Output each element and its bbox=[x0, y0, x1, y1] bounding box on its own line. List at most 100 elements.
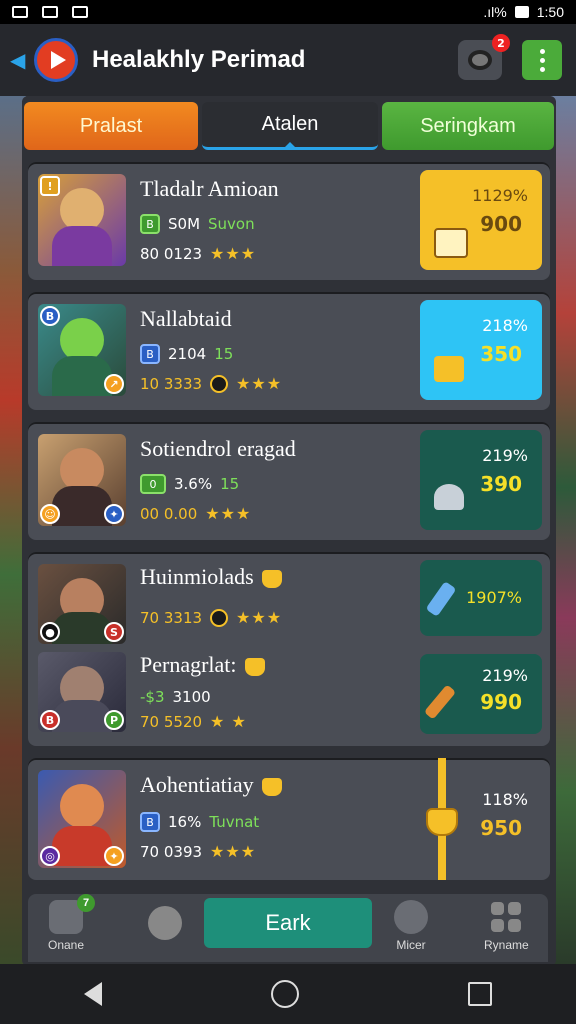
nav-recents-icon[interactable] bbox=[467, 982, 492, 1006]
mail-icon bbox=[72, 6, 88, 18]
tab-pralast[interactable]: Pralast bbox=[24, 102, 198, 150]
hero-thumbnail: ● S bbox=[38, 564, 126, 644]
nav-home-icon[interactable] bbox=[270, 980, 299, 1008]
reward-percent: 118% bbox=[482, 790, 528, 809]
clock: 1:50 bbox=[536, 4, 564, 20]
stat-value: 16% bbox=[168, 813, 202, 831]
class-icon: ◎ bbox=[40, 846, 60, 866]
camera-icon bbox=[468, 50, 492, 70]
hero-figure bbox=[52, 486, 112, 526]
hero-thumbnail: B P bbox=[38, 652, 126, 732]
bird-icon bbox=[434, 484, 464, 510]
stats-row: 10 3333 ★★★ bbox=[140, 374, 282, 393]
stat-value: 3100 bbox=[172, 688, 211, 706]
stats-row: B 2104 15 bbox=[140, 344, 233, 364]
stats-row: 00 0.00 ★★★ bbox=[140, 504, 251, 523]
class-icon: B bbox=[40, 710, 60, 730]
class-icon: B bbox=[40, 306, 60, 326]
system-nav-bar bbox=[0, 964, 576, 1024]
hero-figure bbox=[52, 612, 112, 644]
hero-figure bbox=[52, 356, 112, 396]
notification-icon bbox=[12, 6, 28, 18]
signal-text: .ıl% bbox=[483, 4, 507, 20]
menu-dot bbox=[539, 48, 545, 54]
stats-row: 0 3.6% 15 bbox=[140, 474, 239, 494]
back-arrow-icon[interactable]: ◀ bbox=[10, 48, 30, 72]
crown-icon bbox=[261, 777, 282, 796]
reward-box[interactable]: 218% 350 bbox=[420, 300, 542, 400]
hero-name: Aohentiatiay bbox=[140, 772, 282, 798]
reward-percent: 219% bbox=[482, 666, 528, 685]
token-icon bbox=[210, 608, 229, 627]
reward-box[interactable]: 1907% bbox=[420, 560, 542, 636]
camera-button[interactable]: 2 bbox=[458, 34, 510, 80]
tab-seringkam[interactable]: Seringkam bbox=[382, 102, 554, 150]
class-icon: ✦ bbox=[104, 504, 124, 524]
list-item[interactable]: ◎ ✦ Aohentiatiay B 16% Tuvnat 70 0393 ★★… bbox=[28, 758, 550, 880]
earn-button[interactable]: Eark bbox=[204, 898, 372, 948]
tab-atalen[interactable]: Atalen bbox=[202, 102, 378, 150]
hero-figure bbox=[52, 700, 112, 732]
list-item[interactable]: ☺ ✦ Sotiendrol eragad 0 3.6% 15 00 0.00 … bbox=[28, 422, 550, 540]
list-item[interactable]: ! Tladalr Amioan B S0M Suvon 80 0123 ★★★… bbox=[28, 162, 550, 280]
stats-row: 70 3313 ★★★ bbox=[140, 608, 282, 627]
chip-icon: B bbox=[140, 214, 160, 234]
reward-box[interactable]: 219% 390 bbox=[420, 430, 542, 530]
reward-percent: 219% bbox=[482, 446, 528, 465]
tool-badge: 7 bbox=[77, 894, 96, 912]
menu-dot bbox=[539, 57, 545, 63]
nav-back-icon[interactable] bbox=[84, 982, 103, 1006]
rating-stars: ★ ★ bbox=[210, 712, 247, 731]
hero-name-text: Aohentiatiay bbox=[140, 772, 254, 797]
hero-thumbnail: B ↗ bbox=[38, 304, 126, 396]
stats-row: 80 0123 ★★★ bbox=[140, 244, 256, 263]
chip-icon: B bbox=[140, 344, 160, 364]
stats-row: 70 5520 ★ ★ bbox=[140, 712, 247, 731]
hero-name: Tladalr Amioan bbox=[140, 176, 279, 201]
bottom-toolbar: 7 Onane Eark Micer Ryname bbox=[28, 894, 548, 962]
chest-icon bbox=[434, 356, 464, 382]
list-item[interactable]: ● S Huinmiolads 70 3313 ★★★ 1907% B P Pe… bbox=[28, 552, 550, 746]
reward-box[interactable]: 1129% 900 bbox=[420, 170, 542, 270]
tool-onane[interactable]: 7 Onane bbox=[48, 894, 96, 952]
hero-figure bbox=[52, 826, 112, 866]
reward-box[interactable]: 118% 950 bbox=[420, 768, 542, 868]
app-bar: ◀ Healakhly Perimad 2 bbox=[0, 24, 576, 96]
hero-name: Nallabtaid bbox=[140, 306, 232, 331]
overflow-menu-button[interactable] bbox=[522, 40, 562, 80]
stat-value: 15 bbox=[220, 475, 240, 493]
reward-value: 990 bbox=[480, 690, 522, 714]
stat-value: 80 0123 bbox=[140, 244, 203, 263]
hero-thumbnail: ◎ ✦ bbox=[38, 770, 126, 868]
hero-thumbnail: ☺ ✦ bbox=[38, 434, 126, 526]
reward-percent: 218% bbox=[482, 316, 528, 335]
tool-label: Micer bbox=[396, 938, 426, 952]
weapon-icon: ✦ bbox=[104, 846, 124, 866]
class-icon: P bbox=[104, 710, 124, 730]
tool-micer[interactable]: Micer bbox=[394, 900, 428, 952]
chip-icon: B bbox=[140, 812, 160, 832]
stat-value: Tuvnat bbox=[209, 813, 260, 831]
weapon-icon: ↗ bbox=[104, 374, 124, 394]
menu-dot bbox=[539, 66, 545, 72]
hero-name: Pernagrlat: bbox=[140, 652, 265, 678]
tab-bar: Pralast Atalen Seringkam bbox=[24, 102, 554, 150]
stats-row: B 16% Tuvnat bbox=[140, 812, 259, 832]
list-item[interactable]: B ↗ Nallabtaid B 2104 15 10 3333 ★★★ 218… bbox=[28, 292, 550, 410]
stats-row: -$3 3100 bbox=[140, 688, 211, 706]
creature-icon bbox=[394, 900, 428, 934]
grid-icon bbox=[489, 900, 523, 934]
reward-box[interactable]: 219% 990 bbox=[420, 654, 542, 734]
app-title: Healakhly Perimad bbox=[92, 46, 306, 73]
stat-value: 70 0393 bbox=[140, 842, 203, 861]
chip-icon: 0 bbox=[140, 474, 166, 494]
hero-figure bbox=[60, 784, 104, 828]
reward-percent: 1129% bbox=[472, 186, 528, 205]
stats-row: B S0M Suvon bbox=[140, 214, 255, 234]
rating-stars: ★★★ bbox=[210, 244, 257, 263]
crown-icon bbox=[244, 657, 265, 676]
tool-ryname[interactable]: Ryname bbox=[484, 900, 529, 952]
crown-icon bbox=[261, 569, 282, 588]
class-icon: S bbox=[104, 622, 124, 642]
tool-camera[interactable] bbox=[148, 906, 182, 944]
